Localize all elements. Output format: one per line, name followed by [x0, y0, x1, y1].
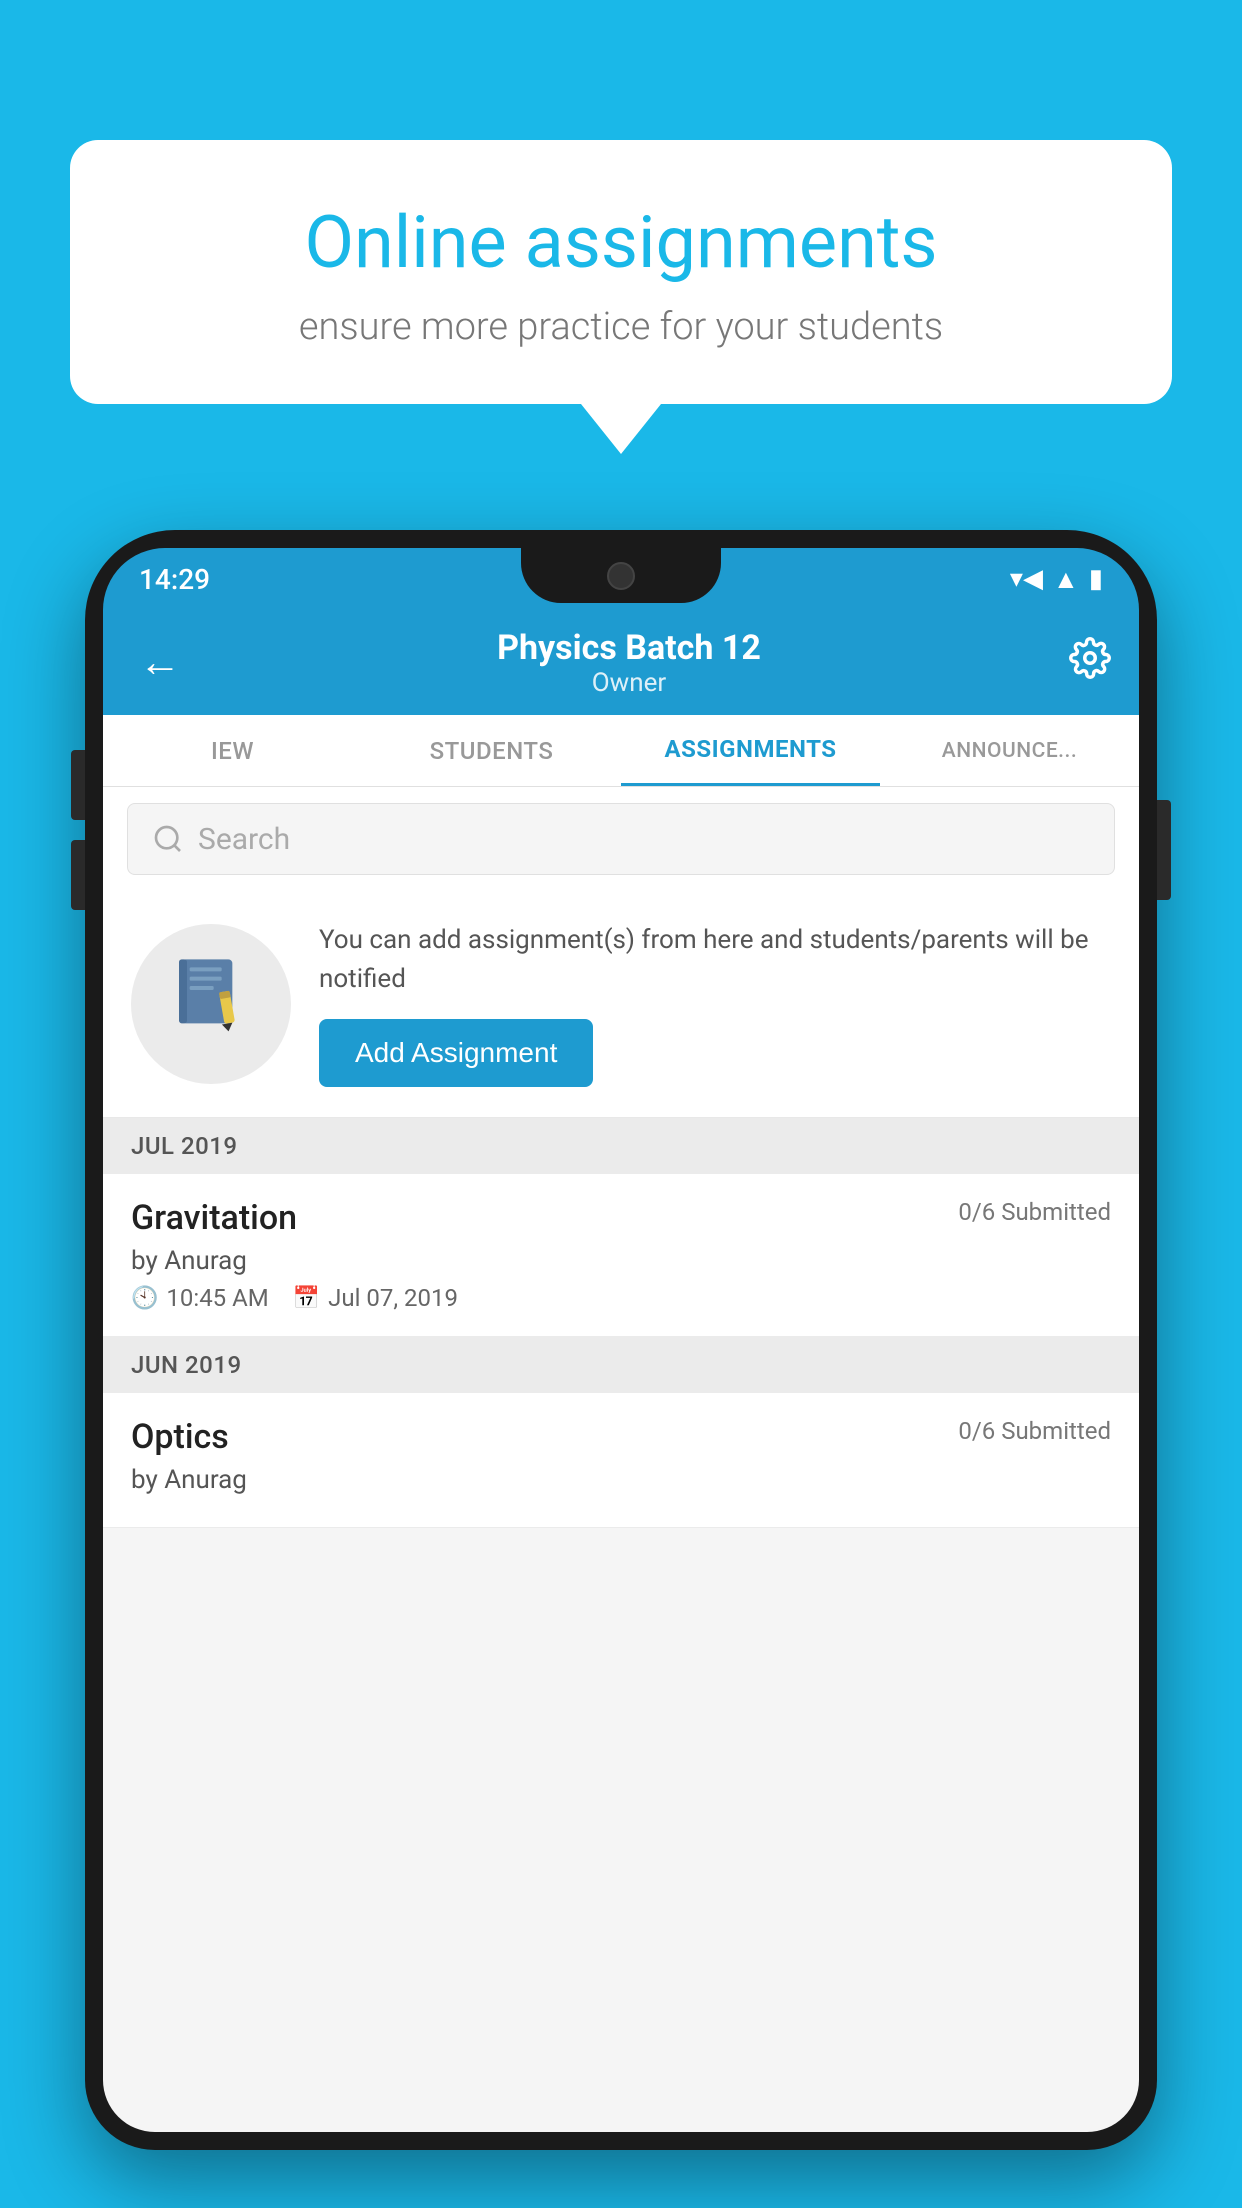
tab-assignments[interactable]: ASSIGNMENTS	[621, 715, 880, 786]
clock-icon: 🕙	[131, 1286, 158, 1311]
add-assignment-section: You can add assignment(s) from here and …	[103, 891, 1139, 1118]
assignment-date: 📅 Jul 07, 2019	[293, 1284, 458, 1312]
phone-notch	[521, 548, 721, 603]
section-header-jul: JUL 2019	[103, 1118, 1139, 1174]
tab-announcements[interactable]: ANNOUNCE...	[880, 715, 1139, 786]
assignment-item-header: Gravitation 0/6 Submitted	[131, 1198, 1111, 1238]
assignment-meta: 🕙 10:45 AM 📅 Jul 07, 2019	[131, 1284, 1111, 1312]
back-button[interactable]: ←	[131, 630, 189, 695]
search-bar-container: Search	[103, 787, 1139, 891]
assignment-submitted-optics: 0/6 Submitted	[958, 1417, 1111, 1445]
assignment-icon-circle	[131, 924, 291, 1084]
power-button	[1157, 800, 1171, 900]
assignment-info: You can add assignment(s) from here and …	[319, 921, 1111, 1087]
assignment-item-header-optics: Optics 0/6 Submitted	[131, 1417, 1111, 1457]
tab-students[interactable]: STUDENTS	[362, 715, 621, 786]
page-subtitle: Owner	[189, 668, 1069, 698]
assignment-time: 🕙 10:45 AM	[131, 1284, 269, 1312]
top-bar-title-area: Physics Batch 12 Owner	[189, 628, 1069, 698]
phone-frame: 14:29 ▾◀ ▲ ▮ ← Physics Batch 12 Owner	[85, 530, 1157, 2150]
assignment-info-text: You can add assignment(s) from here and …	[319, 921, 1111, 999]
speech-bubble: Online assignments ensure more practice …	[70, 140, 1172, 404]
assignment-item-optics[interactable]: Optics 0/6 Submitted by Anurag	[103, 1393, 1139, 1528]
assignment-name: Gravitation	[131, 1198, 297, 1238]
vol-down-button	[71, 840, 85, 910]
tabs: IEW STUDENTS ASSIGNMENTS ANNOUNCE...	[103, 715, 1139, 787]
assignment-by: by Anurag	[131, 1246, 1111, 1276]
search-icon	[152, 823, 184, 855]
tab-iew[interactable]: IEW	[103, 715, 362, 786]
section-header-jun: JUN 2019	[103, 1337, 1139, 1393]
notebook-icon	[171, 954, 251, 1034]
speech-bubble-subtitle: ensure more practice for your students	[130, 305, 1112, 349]
speech-bubble-arrow	[581, 404, 661, 454]
app-screen: ← Physics Batch 12 Owner IEW STUDENTS AS…	[103, 610, 1139, 2132]
signal-icon: ▲	[1053, 564, 1079, 595]
status-time: 14:29	[139, 563, 210, 596]
search-placeholder: Search	[198, 822, 290, 857]
speech-bubble-title: Online assignments	[130, 200, 1112, 285]
date-value: Jul 07, 2019	[328, 1284, 458, 1312]
assignment-item-gravitation[interactable]: Gravitation 0/6 Submitted by Anurag 🕙 10…	[103, 1174, 1139, 1337]
gear-icon	[1069, 637, 1111, 679]
time-value: 10:45 AM	[166, 1284, 268, 1312]
calendar-icon: 📅	[293, 1286, 320, 1311]
vol-up-button	[71, 750, 85, 820]
assignment-name-optics: Optics	[131, 1417, 229, 1457]
assignment-icon	[171, 954, 251, 1054]
speech-bubble-container: Online assignments ensure more practice …	[70, 140, 1172, 454]
search-bar[interactable]: Search	[127, 803, 1115, 875]
assignment-by-optics: by Anurag	[131, 1465, 1111, 1495]
page-title: Physics Batch 12	[189, 628, 1069, 668]
assignment-submitted: 0/6 Submitted	[958, 1198, 1111, 1226]
settings-button[interactable]	[1069, 637, 1111, 689]
add-assignment-button[interactable]: Add Assignment	[319, 1019, 593, 1087]
phone-camera	[607, 562, 635, 590]
wifi-icon: ▾◀	[1010, 564, 1043, 594]
top-bar: ← Physics Batch 12 Owner	[103, 610, 1139, 715]
status-icons: ▾◀ ▲ ▮	[1010, 564, 1103, 595]
battery-icon: ▮	[1089, 564, 1103, 594]
phone-container: 14:29 ▾◀ ▲ ▮ ← Physics Batch 12 Owner	[85, 530, 1157, 2208]
